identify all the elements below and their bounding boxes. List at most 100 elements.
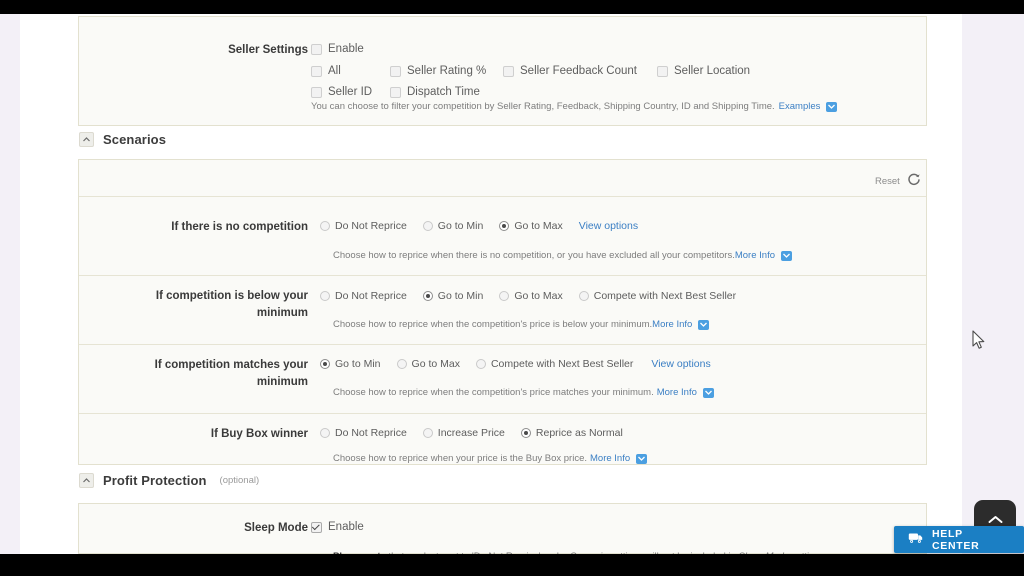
radio-compete-next-best-seller[interactable]: Compete with Next Best Seller: [476, 358, 633, 370]
checkbox-box: [390, 66, 401, 77]
page-right-margin: [962, 14, 1024, 554]
radio-do-not-reprice[interactable]: Do Not Reprice: [320, 290, 407, 302]
more-info-link[interactable]: More Info: [657, 387, 697, 398]
chevron-down-icon[interactable]: [703, 388, 714, 398]
examples-link[interactable]: Examples: [779, 101, 821, 112]
profit-protection-section-header[interactable]: Profit Protection (optional): [79, 473, 259, 488]
seller-filter-rating-checkbox[interactable]: Seller Rating %: [390, 65, 486, 77]
radio-label: Go to Min: [438, 290, 484, 302]
scenarios-reset-control[interactable]: Reset: [875, 172, 921, 191]
seller-filter-seller-id-checkbox[interactable]: Seller ID: [311, 86, 372, 98]
help-center-label: HELP CENTER: [932, 528, 1010, 552]
radio-label: Go to Min: [438, 220, 484, 232]
checkbox-box: [503, 66, 514, 77]
radio-do-not-reprice[interactable]: Do Not Reprice: [320, 220, 407, 232]
checkbox-label: Seller Rating %: [407, 65, 486, 77]
collapse-toggle-icon[interactable]: [79, 132, 94, 147]
radio-label: Increase Price: [438, 427, 505, 439]
radio-dot: [423, 291, 433, 301]
help-center-button[interactable]: HELP CENTER: [894, 526, 1024, 553]
checkbox-box: [311, 87, 322, 98]
radio-go-to-max[interactable]: Go to Max: [397, 358, 460, 370]
seller-settings-enable-checkbox[interactable]: Enable: [311, 43, 364, 55]
radio-dot: [579, 291, 589, 301]
helper-text: Choose how to reprice when the competiti…: [333, 387, 654, 398]
seller-filter-all-checkbox[interactable]: All: [311, 65, 341, 77]
radio-dot: [320, 359, 330, 369]
checkbox-label: Enable: [328, 521, 364, 533]
checkbox-label: Seller Feedback Count: [520, 65, 637, 77]
radio-label: Do Not Reprice: [335, 427, 407, 439]
radio-compete-next-best-seller[interactable]: Compete with Next Best Seller: [579, 290, 736, 302]
radio-label: Go to Max: [514, 220, 562, 232]
radio-do-not-reprice[interactable]: Do Not Reprice: [320, 427, 407, 439]
scenario-helper-below-minimum: Choose how to reprice when the competiti…: [333, 319, 709, 330]
radio-dot: [499, 221, 509, 231]
screen-root: Seller Settings Enable All Seller Rating…: [0, 0, 1024, 576]
checkbox-label: Dispatch Time: [407, 86, 480, 98]
scenario-label-matches-minimum: If competition matches your minimum: [130, 357, 308, 391]
checkbox-label: Seller Location: [674, 65, 750, 77]
reset-label: Reset: [875, 176, 900, 187]
scenarios-section-header[interactable]: Scenarios: [79, 132, 166, 147]
scenario-helper-buy-box-winner: Choose how to reprice when your price is…: [333, 453, 647, 464]
seller-filter-feedback-count-checkbox[interactable]: Seller Feedback Count: [503, 65, 637, 77]
profit-protection-optional-tag: (optional): [220, 475, 260, 486]
scenario-label-below-minimum: If competition is below your minimum: [130, 288, 308, 322]
checkbox-box: [390, 87, 401, 98]
radio-label: Reprice as Normal: [536, 427, 623, 439]
helper-text: Choose how to reprice when your price is…: [333, 453, 587, 464]
divider: [79, 344, 926, 345]
radio-reprice-as-normal[interactable]: Reprice as Normal: [521, 427, 623, 439]
radio-label: Go to Min: [335, 358, 381, 370]
radio-go-to-min[interactable]: Go to Min: [423, 220, 484, 232]
checkbox-label: Enable: [328, 43, 364, 55]
radio-label: Go to Max: [514, 290, 562, 302]
checkbox-label: All: [328, 65, 341, 77]
radio-dot: [521, 428, 531, 438]
scenario-options-matches-minimum: Go to Min Go to Max Compete with Next Be…: [320, 358, 711, 370]
page-left-margin: [0, 14, 20, 554]
radio-dot: [499, 291, 509, 301]
browser-viewport: Seller Settings Enable All Seller Rating…: [0, 14, 1024, 554]
radio-increase-price[interactable]: Increase Price: [423, 427, 505, 439]
helper-text: Choose how to reprice when there is no c…: [333, 250, 735, 261]
chevron-down-icon[interactable]: [636, 454, 647, 464]
divider: [79, 275, 926, 276]
scenario-label-no-competition: If there is no competition: [130, 219, 308, 236]
radio-go-to-max[interactable]: Go to Max: [499, 220, 562, 232]
more-info-link[interactable]: More Info: [735, 250, 775, 261]
more-info-link[interactable]: More Info: [590, 453, 630, 464]
checkbox-label: Seller ID: [328, 86, 372, 98]
collapse-toggle-icon[interactable]: [79, 473, 94, 488]
sleep-mode-enable-checkbox[interactable]: Enable: [311, 521, 364, 533]
divider: [79, 413, 926, 414]
seller-filter-dispatch-time-checkbox[interactable]: Dispatch Time: [390, 86, 480, 98]
chevron-down-icon[interactable]: [781, 251, 792, 261]
seller-filter-location-checkbox[interactable]: Seller Location: [657, 65, 750, 77]
scenario-options-no-competition: Do Not Reprice Go to Min Go to Max View …: [320, 220, 638, 232]
scenario-options-below-minimum: Do Not Reprice Go to Min Go to Max Compe…: [320, 290, 752, 302]
checkbox-box: [657, 66, 668, 77]
support-chat-icon: [908, 531, 923, 549]
seller-settings-label: Seller Settings: [140, 42, 308, 59]
chevron-down-icon[interactable]: [826, 102, 837, 112]
scenario-helper-no-competition: Choose how to reprice when there is no c…: [333, 250, 792, 261]
radio-label: Do Not Reprice: [335, 220, 407, 232]
scenario-options-buy-box-winner: Do Not Reprice Increase Price Reprice as…: [320, 427, 639, 439]
letterbox-top: [0, 0, 1024, 14]
divider: [79, 196, 926, 197]
seller-settings-helper: You can choose to filter your competitio…: [311, 101, 837, 112]
chevron-down-icon[interactable]: [698, 320, 709, 330]
view-options-link[interactable]: View options: [651, 358, 710, 370]
scenario-helper-matches-minimum: Choose how to reprice when the competiti…: [333, 387, 714, 398]
sleep-mode-label: Sleep Mode: [140, 520, 308, 537]
radio-go-to-min[interactable]: Go to Min: [423, 290, 484, 302]
helper-text: Choose how to reprice when the competiti…: [333, 319, 652, 330]
radio-go-to-min[interactable]: Go to Min: [320, 358, 381, 370]
scenarios-title: Scenarios: [103, 132, 166, 147]
view-options-link[interactable]: View options: [579, 220, 638, 232]
radio-go-to-max[interactable]: Go to Max: [499, 290, 562, 302]
more-info-link[interactable]: More Info: [652, 319, 692, 330]
refresh-icon[interactable]: [907, 172, 921, 191]
